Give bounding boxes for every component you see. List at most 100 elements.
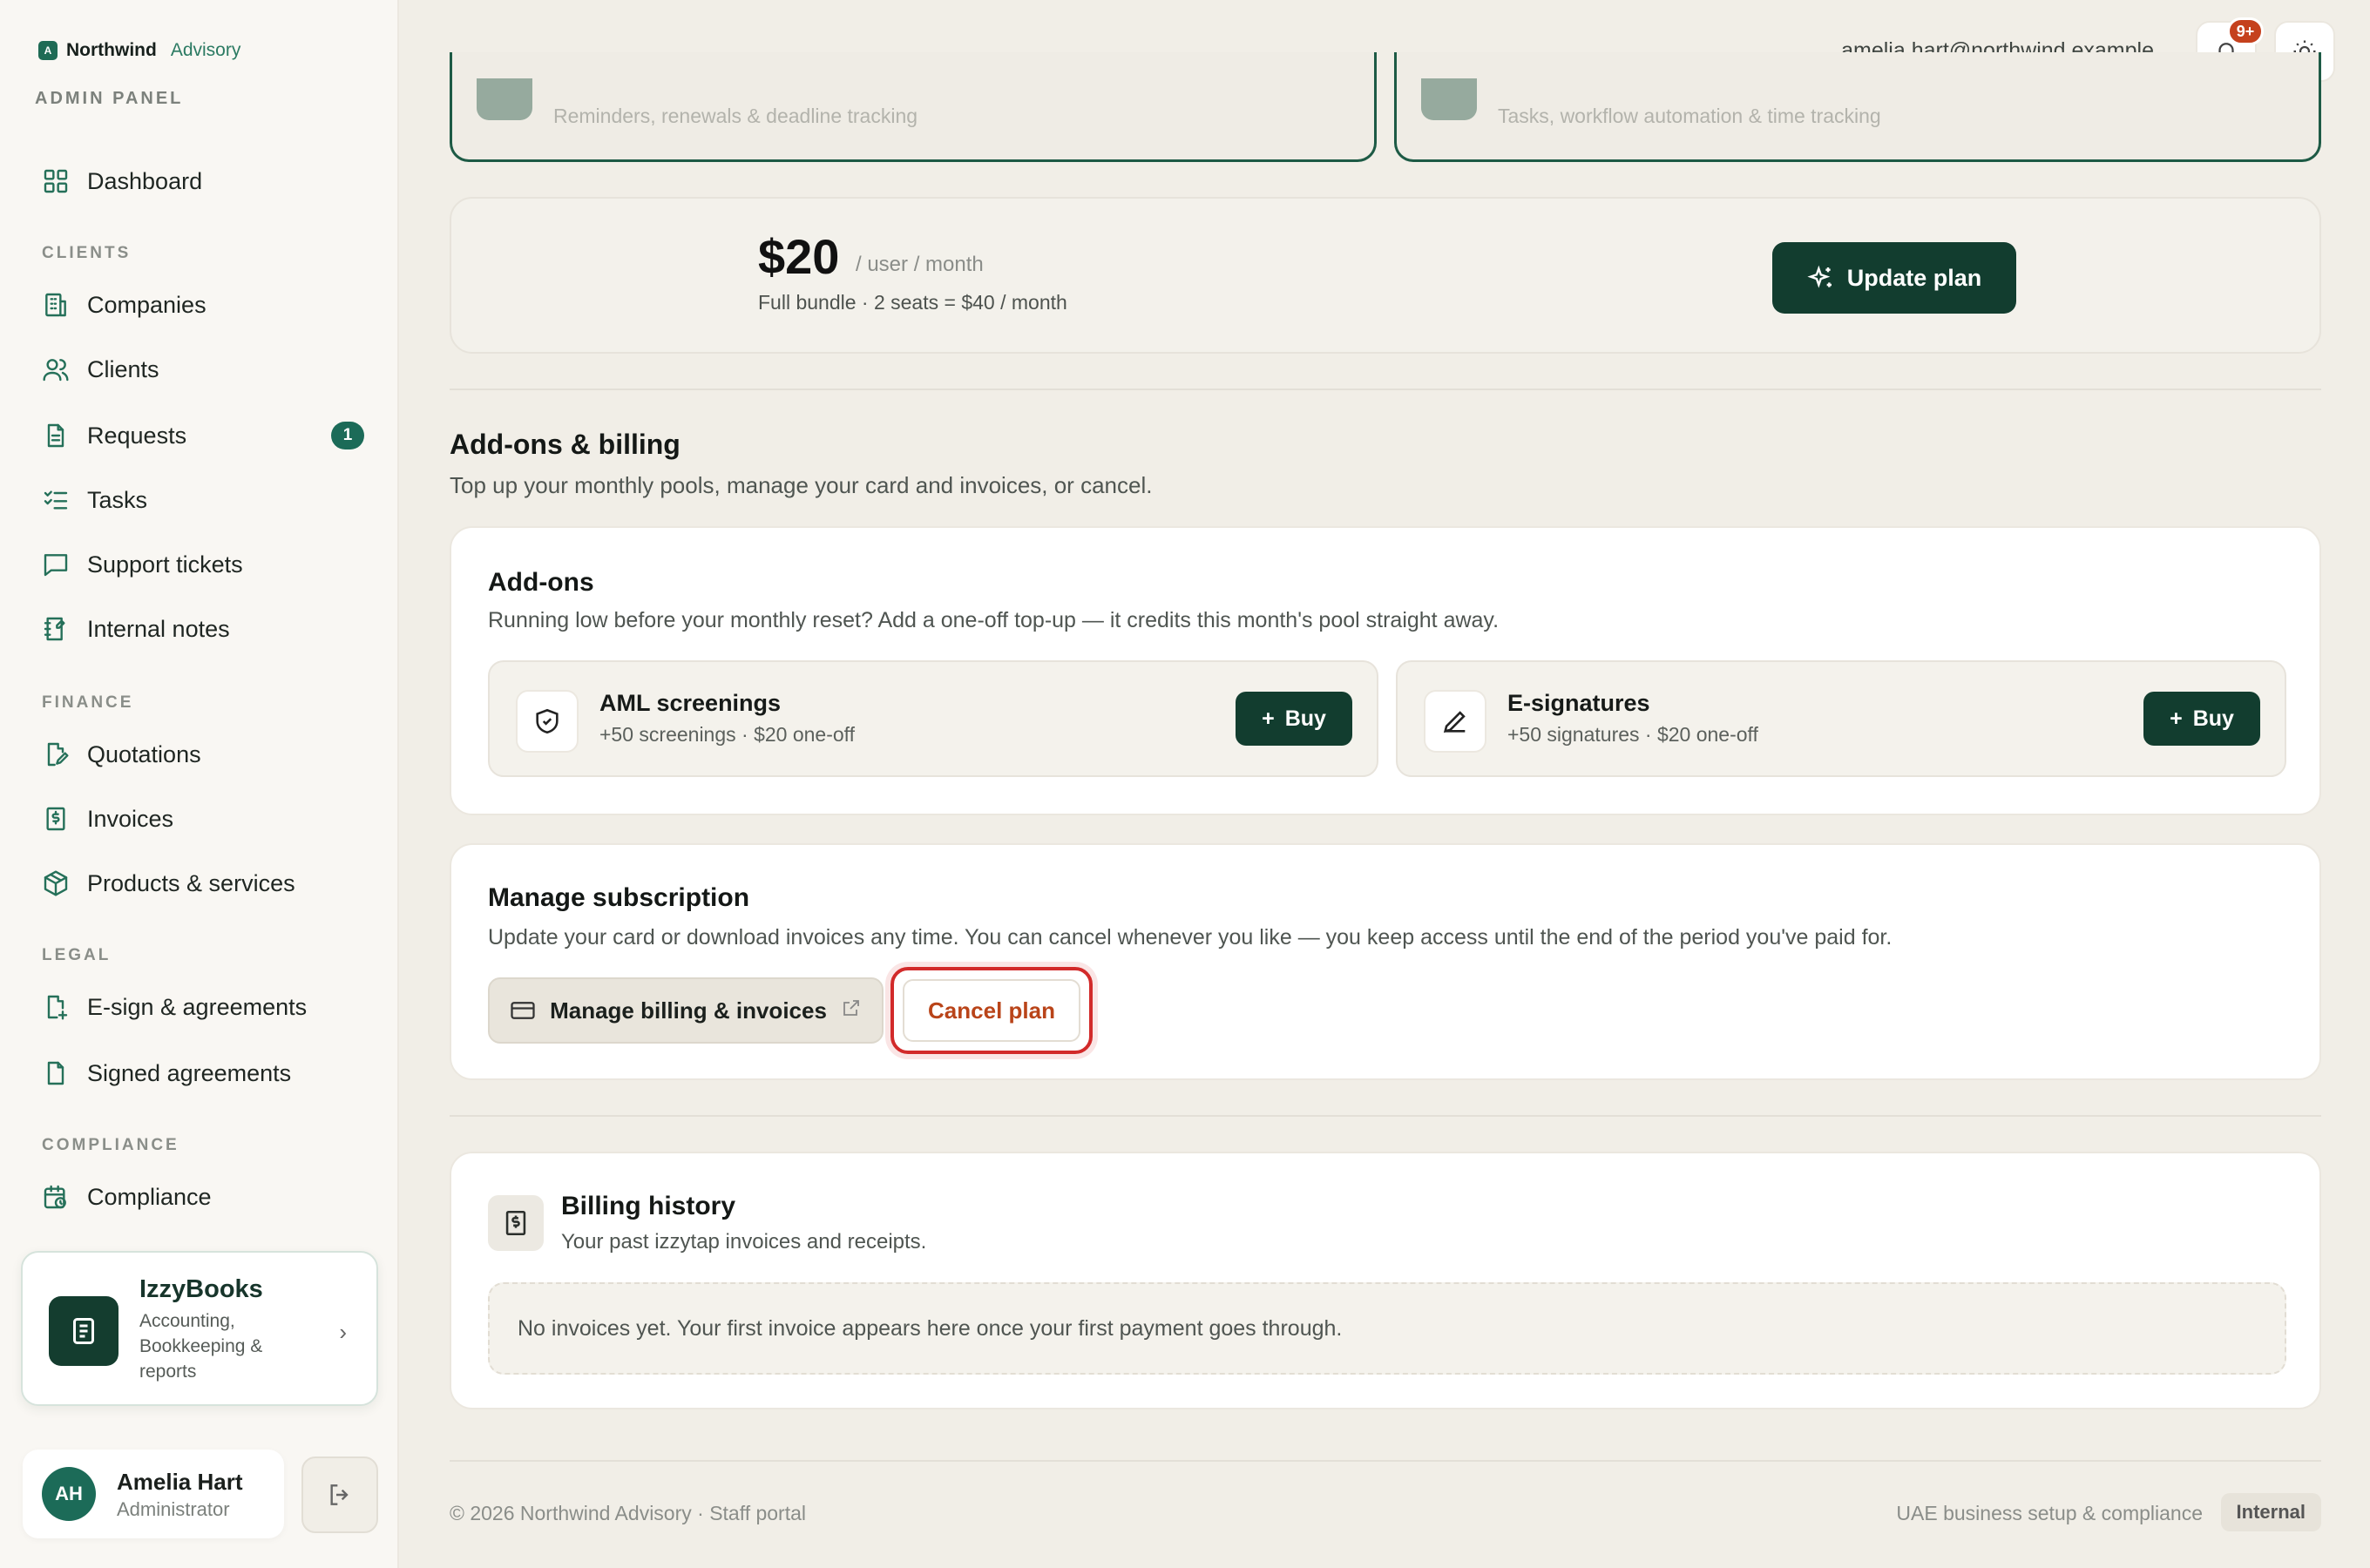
package-icon bbox=[42, 869, 70, 897]
sidebar-item-label: Support tickets bbox=[87, 551, 243, 578]
plan-price-card: $20 / user / month Full bundle · 2 seats… bbox=[450, 197, 2321, 354]
section-compliance: COMPLIANCE bbox=[42, 1136, 179, 1154]
sidebar-item-label: Internal notes bbox=[87, 615, 230, 642]
addon-aml-screenings: AML screenings +50 screenings · $20 one-… bbox=[488, 660, 1378, 777]
credit-card-icon bbox=[511, 1002, 535, 1019]
brand-logo-icon: A bbox=[38, 41, 58, 60]
sidebar-item-compliance[interactable]: Compliance bbox=[42, 1178, 364, 1216]
module-description: Reminders, renewals & deadline tracking bbox=[553, 105, 918, 127]
receipt-icon bbox=[488, 1195, 544, 1251]
user-profile-card[interactable]: AH Amelia Hart Administrator bbox=[23, 1450, 284, 1538]
building-icon bbox=[42, 291, 70, 319]
sidebar-item-label: E-sign & agreements bbox=[87, 993, 308, 1020]
sidebar-item-tasks[interactable]: Tasks bbox=[42, 481, 364, 519]
sidebar-item-label: Quotations bbox=[87, 740, 201, 767]
pen-icon bbox=[1424, 690, 1486, 753]
billing-history-empty-state: No invoices yet. Your first invoice appe… bbox=[488, 1282, 2286, 1375]
module-check-icon bbox=[477, 78, 532, 120]
addons-card: Add-ons Running low before your monthly … bbox=[450, 526, 2321, 815]
billing-history-card: Billing history Your past izzytap invoic… bbox=[450, 1152, 2321, 1409]
sidebar-item-label: Companies bbox=[87, 291, 207, 318]
buy-esignatures-button[interactable]: + Buy bbox=[2143, 692, 2260, 746]
sidebar-item-support[interactable]: Support tickets bbox=[42, 545, 364, 584]
addon-e-signatures: E-signatures +50 signatures · $20 one-of… bbox=[1396, 660, 2286, 777]
manage-billing-label: Manage billing & invoices bbox=[550, 997, 827, 1024]
buy-label: Buy bbox=[2192, 706, 2234, 731]
grid-icon bbox=[42, 167, 70, 195]
book-icon bbox=[49, 1296, 118, 1366]
sidebar-item-label: Tasks bbox=[87, 486, 148, 513]
section-finance: FINANCE bbox=[42, 693, 134, 712]
admin-panel-label: ADMIN PANEL bbox=[35, 89, 184, 108]
footer-copyright: © 2026 Northwind Advisory · Staff portal bbox=[450, 1502, 807, 1524]
subscription-subtitle: Update your card or download invoices an… bbox=[488, 925, 1893, 950]
sidebar-item-requests[interactable]: Requests 1 bbox=[42, 416, 364, 455]
sidebar-item-dashboard[interactable]: Dashboard bbox=[42, 162, 364, 200]
user-name: Amelia Hart bbox=[117, 1469, 243, 1495]
divider bbox=[450, 389, 2321, 390]
brand-name: Northwind bbox=[66, 40, 157, 60]
checklist-icon bbox=[42, 486, 70, 514]
subscription-title: Manage subscription bbox=[488, 883, 750, 912]
sidebar-item-label: Invoices bbox=[87, 805, 174, 832]
plus-icon: + bbox=[2170, 706, 2183, 731]
plus-icon: + bbox=[1262, 706, 1275, 731]
sidebar-item-quotations[interactable]: Quotations bbox=[42, 735, 364, 774]
external-link-icon bbox=[841, 997, 862, 1024]
sparkles-icon bbox=[1807, 265, 1832, 288]
logout-button[interactable] bbox=[301, 1456, 378, 1533]
sidebar-item-signed[interactable]: Signed agreements bbox=[42, 1054, 364, 1092]
update-plan-button[interactable]: Update plan bbox=[1772, 242, 2016, 314]
sidebar: A Northwind Advisory ADMIN PANEL Dashboa… bbox=[0, 0, 399, 1568]
calendar-clock-icon bbox=[42, 1183, 70, 1211]
brand[interactable]: A Northwind Advisory bbox=[38, 40, 240, 61]
addon-subtitle: +50 screenings · $20 one-off bbox=[599, 723, 856, 746]
billing-history-title: Billing history bbox=[561, 1192, 736, 1220]
addon-title: E-signatures bbox=[1507, 690, 1650, 716]
sidebar-item-label: Compliance bbox=[87, 1183, 212, 1210]
requests-count-badge: 1 bbox=[331, 422, 364, 449]
module-check-icon bbox=[1421, 78, 1477, 120]
sidebar-item-label: Products & services bbox=[87, 869, 295, 896]
buy-label: Buy bbox=[1284, 706, 1326, 731]
manage-subscription-card: Manage subscription Update your card or … bbox=[450, 843, 2321, 1080]
manage-billing-button[interactable]: Manage billing & invoices bbox=[488, 977, 884, 1044]
plan-price-unit: / user / month bbox=[856, 253, 984, 276]
chevron-right-icon: › bbox=[339, 1319, 347, 1345]
addon-title: AML screenings bbox=[599, 690, 782, 716]
cancel-plan-highlight: Cancel plan bbox=[890, 967, 1093, 1054]
avatar: AH bbox=[42, 1467, 96, 1521]
promo-subtitle: Accounting, Bookkeeping & reports bbox=[139, 1311, 263, 1382]
sidebar-item-invoices[interactable]: Invoices bbox=[42, 800, 364, 838]
cancel-plan-button[interactable]: Cancel plan bbox=[903, 979, 1080, 1042]
file-edit-icon bbox=[42, 740, 70, 768]
sidebar-item-label: Signed agreements bbox=[87, 1059, 292, 1086]
update-plan-label: Update plan bbox=[1846, 264, 1982, 291]
section-legal: LEGAL bbox=[42, 946, 112, 964]
module-card-reminders[interactable]: Reminders, renewals & deadline tracking bbox=[450, 52, 1377, 162]
sidebar-item-clients[interactable]: Clients bbox=[42, 350, 364, 389]
sidebar-item-label: Dashboard bbox=[87, 167, 203, 194]
addons-subtitle: Running low before your monthly reset? A… bbox=[488, 608, 1500, 632]
sidebar-item-label: Clients bbox=[87, 355, 159, 382]
plan-summary: Full bundle · 2 seats = $40 / month bbox=[758, 291, 1067, 314]
sidebar-item-esign[interactable]: E-sign & agreements bbox=[42, 988, 364, 1026]
brand-sub: Advisory bbox=[170, 40, 241, 60]
billing-history-subtitle: Your past izzytap invoices and receipts. bbox=[561, 1230, 927, 1254]
billing-section-title: Add-ons & billing bbox=[450, 429, 681, 460]
module-description: Tasks, workflow automation & time tracki… bbox=[1498, 105, 1881, 127]
logout-icon bbox=[330, 1484, 349, 1505]
addons-title: Add-ons bbox=[488, 568, 594, 597]
sidebar-item-companies[interactable]: Companies bbox=[42, 286, 364, 324]
notebook-pen-icon bbox=[42, 615, 70, 643]
module-card-tasks[interactable]: Tasks, workflow automation & time tracki… bbox=[1394, 52, 2321, 162]
receipt-icon bbox=[42, 805, 70, 833]
izzybooks-promo-card[interactable]: IzzyBooks Accounting, Bookkeeping & repo… bbox=[21, 1251, 378, 1406]
sidebar-item-label: Requests bbox=[87, 422, 187, 449]
sidebar-item-products[interactable]: Products & services bbox=[42, 864, 364, 902]
sidebar-item-notes[interactable]: Internal notes bbox=[42, 610, 364, 648]
addon-subtitle: +50 signatures · $20 one-off bbox=[1507, 723, 1758, 746]
user-role: Administrator bbox=[117, 1498, 230, 1520]
buy-aml-button[interactable]: + Buy bbox=[1236, 692, 1352, 746]
plan-price: $20 bbox=[758, 229, 840, 284]
